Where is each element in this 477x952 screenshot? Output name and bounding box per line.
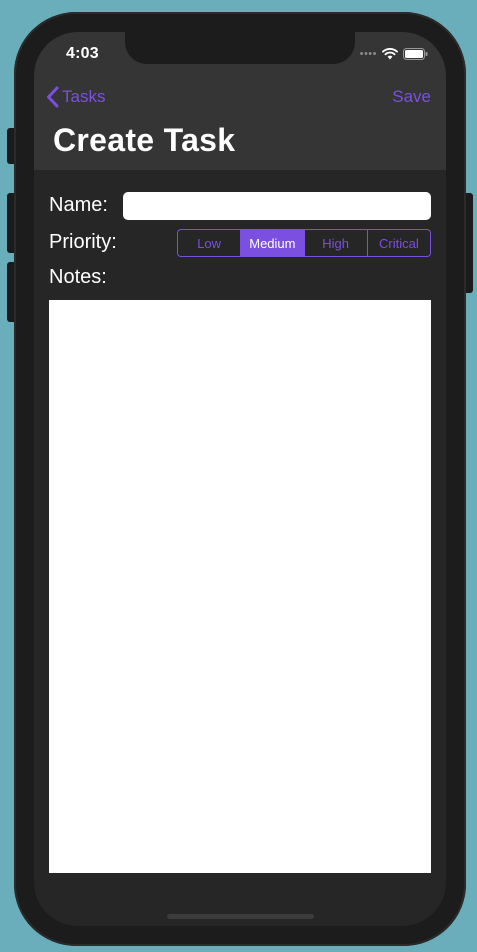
name-label: Name: <box>49 194 108 216</box>
save-button[interactable]: Save <box>392 87 431 107</box>
page-title: Create Task <box>53 122 236 158</box>
battery-icon <box>403 48 428 60</box>
name-field[interactable] <box>123 192 431 220</box>
phone-frame: 4:03 •••• Tasks Save Create Task Name: P… <box>14 12 466 946</box>
priority-segment-medium[interactable]: Medium <box>240 230 304 256</box>
priority-segment-high[interactable]: High <box>303 230 367 256</box>
navigation-bar: 4:03 •••• Tasks Save Create Task <box>34 32 446 170</box>
priority-segment-low[interactable]: Low <box>178 230 240 256</box>
back-button[interactable]: Tasks <box>46 86 105 108</box>
priority-segment-critical[interactable]: Critical <box>366 230 430 256</box>
notes-textarea[interactable] <box>49 300 431 873</box>
notes-label: Notes: <box>49 266 107 288</box>
cellular-signal-icon: •••• <box>359 47 377 60</box>
status-time: 4:03 <box>66 45 99 62</box>
home-indicator[interactable] <box>167 914 314 919</box>
chevron-left-icon <box>47 86 59 108</box>
status-icons: •••• <box>360 48 428 60</box>
priority-segmented-control: Low Medium High Critical <box>177 229 431 257</box>
notch <box>125 32 355 64</box>
screen: 4:03 •••• Tasks Save Create Task Name: P… <box>34 32 446 926</box>
power-button <box>465 193 473 293</box>
wifi-icon <box>382 48 398 60</box>
priority-label: Priority: <box>49 231 117 253</box>
back-button-label: Tasks <box>62 87 106 106</box>
